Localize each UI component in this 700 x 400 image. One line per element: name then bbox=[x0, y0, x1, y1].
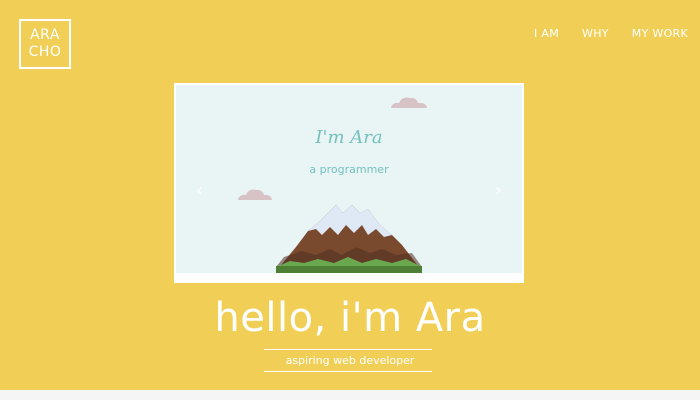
hero-divider bbox=[264, 349, 432, 350]
hero-divider bbox=[264, 371, 432, 372]
carousel-slide: I'm Ara a programmer ‹ › bbox=[176, 85, 522, 273]
nav-link-why[interactable]: WHY bbox=[582, 27, 609, 40]
cloud-icon bbox=[391, 97, 427, 108]
main-nav: I AM WHY MY WORK bbox=[534, 27, 688, 40]
hero-title: hello, i'm Ara bbox=[214, 295, 486, 341]
slide-title: I'm Ara bbox=[315, 127, 383, 148]
chevron-right-icon[interactable]: › bbox=[495, 182, 502, 200]
cloud-icon bbox=[238, 189, 272, 200]
hero-subtitle: aspiring web developer bbox=[285, 354, 415, 367]
mountain-illustration bbox=[276, 205, 422, 273]
image-carousel: I'm Ara a programmer ‹ › bbox=[174, 83, 524, 283]
logo-line-1: ARA bbox=[30, 27, 60, 43]
chevron-left-icon[interactable]: ‹ bbox=[196, 182, 203, 200]
logo-line-2: CHO bbox=[28, 44, 62, 60]
nav-link-my-work[interactable]: MY WORK bbox=[632, 27, 688, 40]
slide-subtitle: a programmer bbox=[309, 163, 389, 176]
site-logo[interactable]: ARA CHO bbox=[19, 19, 71, 69]
page-bottom-strip bbox=[0, 390, 700, 400]
nav-link-i-am[interactable]: I AM bbox=[534, 27, 559, 40]
